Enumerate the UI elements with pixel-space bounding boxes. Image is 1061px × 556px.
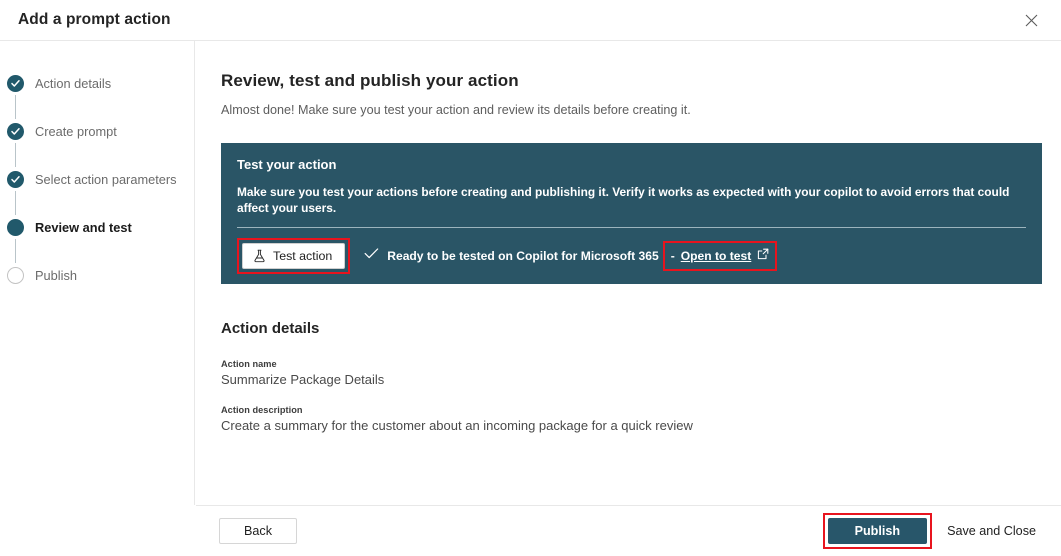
flask-icon [253, 249, 266, 263]
sidebar-step-label: Create prompt [35, 124, 117, 139]
step-pending-icon [7, 267, 24, 284]
action-details-section: Action details Action name Summarize Pac… [221, 320, 1043, 433]
action-name-field: Action name Summarize Package Details [221, 359, 1043, 387]
test-panel-divider [237, 227, 1026, 228]
dialog-body: Action details Create prompt S [0, 41, 1061, 505]
add-prompt-action-dialog: Add a prompt action Action details [0, 0, 1061, 556]
step-connector [15, 95, 16, 119]
test-action-button-label: Test action [273, 249, 332, 263]
action-name-label: Action name [221, 359, 1043, 369]
step-current-icon [7, 219, 24, 236]
page-subtitle: Almost done! Make sure you test your act… [221, 103, 1043, 117]
step-connector [15, 191, 16, 215]
sidebar-step-create-prompt[interactable]: Create prompt [0, 119, 194, 143]
test-action-button[interactable]: Test action [242, 243, 345, 269]
open-to-test-separator: - [671, 249, 675, 263]
step-complete-icon [7, 75, 24, 92]
test-panel-title: Test your action [237, 157, 1026, 172]
sidebar-step-publish[interactable]: Publish [0, 263, 194, 287]
step-complete-icon [7, 171, 24, 188]
close-button[interactable] [1017, 6, 1045, 34]
action-description-label: Action description [221, 405, 1043, 415]
sidebar-step-label: Select action parameters [35, 172, 177, 187]
test-panel-description: Make sure you test your actions before c… [237, 184, 1026, 216]
step-connector [15, 239, 16, 263]
dialog-header: Add a prompt action [0, 0, 1061, 41]
publish-button[interactable]: Publish [828, 518, 927, 544]
step-connector [15, 143, 16, 167]
dialog-footer: Back Publish Save and Close [196, 505, 1061, 556]
close-icon [1025, 14, 1038, 27]
dialog-title: Add a prompt action [18, 11, 171, 29]
action-name-value: Summarize Package Details [221, 372, 1043, 387]
action-details-title: Action details [221, 320, 1043, 337]
test-your-action-panel: Test your action Make sure you test your… [221, 143, 1042, 284]
sidebar-step-select-action-parameters[interactable]: Select action parameters [0, 167, 194, 191]
test-panel-action-row: Test action Ready to be tested on Copilo… [237, 241, 1026, 271]
sidebar-step-label: Publish [35, 268, 77, 283]
publish-highlight-box: Publish [823, 513, 932, 549]
sidebar-step-action-details[interactable]: Action details [0, 71, 194, 95]
open-to-test-link[interactable]: Open to test [681, 249, 752, 263]
external-link-icon[interactable] [757, 247, 769, 265]
sidebar-step-label: Review and test [35, 220, 132, 235]
checkmark-icon [364, 247, 379, 265]
test-action-highlight-box: Test action [237, 238, 350, 274]
wizard-sidebar: Action details Create prompt S [0, 41, 195, 505]
page-title: Review, test and publish your action [221, 71, 1043, 91]
sidebar-step-review-and-test[interactable]: Review and test [0, 215, 194, 239]
action-description-value: Create a summary for the customer about … [221, 418, 1043, 433]
back-button[interactable]: Back [219, 518, 297, 544]
test-status: Ready to be tested on Copilot for Micros… [364, 247, 658, 265]
save-and-close-button[interactable]: Save and Close [938, 518, 1045, 544]
main-content: Review, test and publish your action Alm… [195, 41, 1061, 505]
open-to-test-highlight-box: - Open to test [663, 241, 778, 271]
step-complete-icon [7, 123, 24, 140]
test-status-text: Ready to be tested on Copilot for Micros… [387, 249, 658, 263]
sidebar-step-label: Action details [35, 76, 111, 91]
action-description-field: Action description Create a summary for … [221, 405, 1043, 433]
